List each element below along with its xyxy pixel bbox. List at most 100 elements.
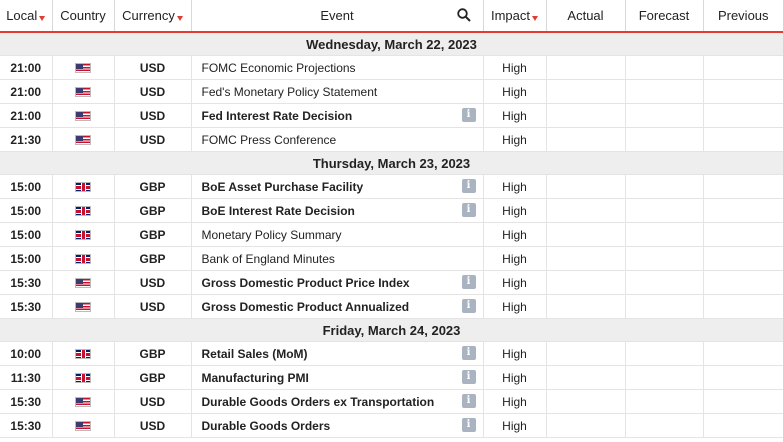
previous-value (703, 198, 783, 223)
table-row[interactable]: 10:00 GBP Retail Sales (MoM) i High (0, 341, 783, 366)
country-cell (52, 246, 115, 271)
event-name[interactable]: Fed Interest Rate Decision (202, 109, 353, 123)
country-cell (52, 389, 115, 414)
event-cell[interactable]: Durable Goods Orders i (191, 413, 484, 438)
event-cell[interactable]: Monetary Policy Summary (191, 222, 484, 247)
impact-level: High (483, 222, 547, 247)
column-header-previous: Previous (703, 0, 783, 33)
previous-value (703, 341, 783, 366)
table-row[interactable]: 21:00 USD FOMC Economic Projections High (0, 55, 783, 80)
event-name[interactable]: Fed's Monetary Policy Statement (202, 85, 378, 99)
currency-code: USD (114, 55, 192, 80)
country-cell (52, 365, 115, 390)
uk-flag-icon (75, 349, 91, 360)
column-header-label: Forecast (638, 8, 690, 23)
event-name[interactable]: Gross Domestic Product Price Index (202, 276, 410, 290)
column-header-actual: Actual (546, 0, 626, 33)
currency-code: GBP (114, 365, 192, 390)
search-icon[interactable] (456, 8, 471, 22)
event-name[interactable]: Bank of England Minutes (202, 252, 335, 266)
forecast-value (625, 55, 704, 80)
date-heading: Thursday, March 23, 2023 (0, 151, 783, 175)
column-header-currency[interactable]: Currency (114, 0, 192, 33)
date-group-row: Wednesday, March 22, 2023 (0, 32, 783, 56)
event-cell[interactable]: Fed Interest Rate Decision i (191, 103, 484, 128)
info-icon[interactable]: i (461, 394, 476, 408)
us-flag-icon (75, 87, 91, 98)
event-cell[interactable]: FOMC Economic Projections (191, 55, 484, 80)
currency-code: USD (114, 103, 192, 128)
table-row[interactable]: 21:00 USD Fed's Monetary Policy Statement H… (0, 79, 783, 104)
table-row[interactable]: 15:00 GBP BoE Asset Purchase Facility i High (0, 174, 783, 199)
event-name[interactable]: Retail Sales (MoM) (202, 347, 308, 361)
info-icon[interactable]: i (461, 370, 476, 384)
date-group-row: Friday, March 24, 2023 (0, 318, 783, 342)
country-cell (52, 174, 115, 199)
event-name[interactable]: Gross Domestic Product Annualized (202, 300, 410, 314)
impact-level: High (483, 270, 547, 295)
actual-value (546, 198, 626, 223)
table-row[interactable]: 15:30 USD Gross Domestic Product Price Ind… (0, 270, 783, 295)
event-cell[interactable]: Durable Goods Orders ex Transportation i (191, 389, 484, 414)
event-time: 10:00 (0, 341, 53, 366)
event-name[interactable]: Monetary Policy Summary (202, 228, 342, 242)
info-icon[interactable]: i (461, 299, 476, 313)
currency-code: USD (114, 294, 192, 319)
info-icon[interactable]: i (461, 108, 476, 122)
forecast-value (625, 246, 704, 271)
column-header-forecast: Forecast (625, 0, 704, 33)
country-cell (52, 413, 115, 438)
uk-flag-icon (75, 373, 91, 384)
event-name[interactable]: BoE Asset Purchase Facility (202, 180, 364, 194)
table-row[interactable]: 15:00 GBP BoE Interest Rate Decision i High (0, 198, 783, 223)
column-header-impact[interactable]: Impact (483, 0, 547, 33)
event-name[interactable]: Durable Goods Orders ex Transportation (202, 395, 435, 409)
table-row[interactable]: 15:30 USD Durable Goods Orders i High (0, 413, 783, 438)
event-cell[interactable]: Bank of England Minutes (191, 246, 484, 271)
event-time: 21:30 (0, 127, 53, 152)
event-cell[interactable]: BoE Asset Purchase Facility i (191, 174, 484, 199)
currency-code: USD (114, 79, 192, 104)
info-icon[interactable]: i (461, 346, 476, 360)
info-icon[interactable]: i (461, 275, 476, 289)
event-cell[interactable]: Retail Sales (MoM) i (191, 341, 484, 366)
table-row[interactable]: 15:00 GBP Monetary Policy Summary High (0, 222, 783, 247)
country-cell (52, 294, 115, 319)
event-cell[interactable]: FOMC Press Conference (191, 127, 484, 152)
event-time: 21:00 (0, 79, 53, 104)
currency-code: GBP (114, 222, 192, 247)
table-row[interactable]: 21:00 USD Fed Interest Rate Decision i High (0, 103, 783, 128)
event-name[interactable]: FOMC Press Conference (202, 133, 337, 147)
event-cell[interactable]: Manufacturing PMI i (191, 365, 484, 390)
event-time: 15:30 (0, 294, 53, 319)
column-header-label: Actual (567, 8, 604, 23)
event-cell[interactable]: Fed's Monetary Policy Statement (191, 79, 484, 104)
table-row[interactable]: 11:30 GBP Manufacturing PMI i High (0, 365, 783, 390)
forecast-value (625, 365, 704, 390)
info-icon[interactable]: i (461, 179, 476, 193)
header-row: Local Country Currency Event Impact Actu… (0, 0, 783, 33)
event-time: 15:00 (0, 174, 53, 199)
event-cell[interactable]: BoE Interest Rate Decision i (191, 198, 484, 223)
event-cell[interactable]: Gross Domestic Product Annualized i (191, 294, 484, 319)
table-row[interactable]: 15:00 GBP Bank of England Minutes High (0, 246, 783, 271)
date-heading: Friday, March 24, 2023 (0, 318, 783, 342)
impact-level: High (483, 389, 547, 414)
event-name[interactable]: FOMC Economic Projections (202, 61, 356, 75)
event-cell[interactable]: Gross Domestic Product Price Index i (191, 270, 484, 295)
table-row[interactable]: 15:30 USD Gross Domestic Product Annualize… (0, 294, 783, 319)
event-name[interactable]: Manufacturing PMI (202, 371, 309, 385)
column-header-label: Event (320, 8, 354, 23)
info-icon[interactable]: i (461, 418, 476, 432)
actual-value (546, 341, 626, 366)
forecast-value (625, 127, 704, 152)
column-header-label: Currency (122, 8, 175, 23)
table-row[interactable]: 21:30 USD FOMC Press Conference High (0, 127, 783, 152)
table-row[interactable]: 15:30 USD Durable Goods Orders ex Transpor… (0, 389, 783, 414)
event-name[interactable]: Durable Goods Orders (202, 419, 331, 433)
event-name[interactable]: BoE Interest Rate Decision (202, 204, 355, 218)
info-icon[interactable]: i (461, 203, 476, 217)
us-flag-icon (75, 111, 91, 122)
previous-value (703, 222, 783, 247)
column-header-local[interactable]: Local (0, 0, 53, 33)
